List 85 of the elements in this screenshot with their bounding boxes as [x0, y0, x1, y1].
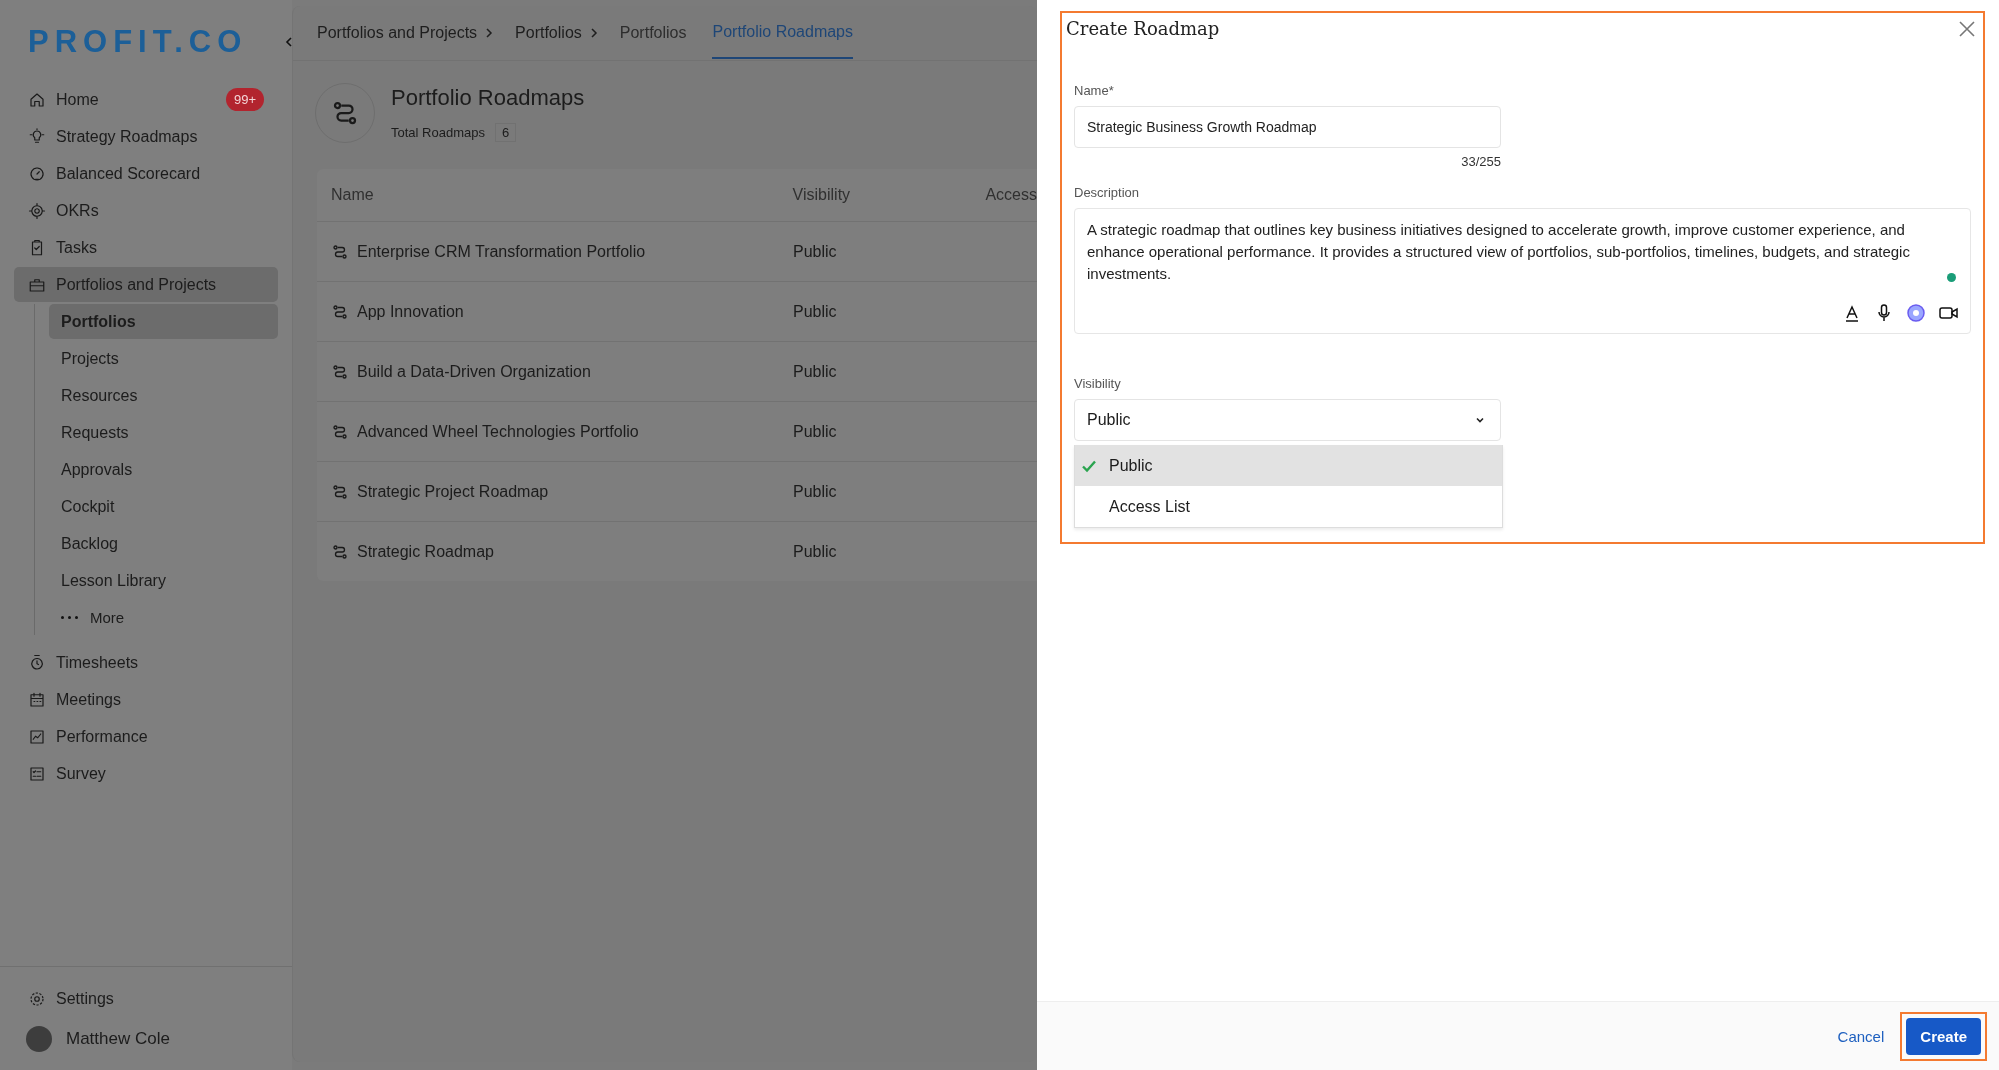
sidebar-item[interactable]: Balanced Scorecard [14, 156, 278, 191]
nav-icon [28, 201, 46, 220]
collapse-icon[interactable] [284, 36, 294, 48]
sidebar-item[interactable]: Home 99+ [14, 82, 278, 117]
table-row[interactable]: Strategic Roadmap Public [317, 522, 1037, 581]
user-avatar[interactable] [26, 1026, 52, 1052]
close-icon[interactable] [1957, 18, 1977, 39]
roadmap-icon [331, 302, 349, 321]
roadmap-name: Build a Data-Driven Organization [357, 362, 591, 381]
description-field[interactable]: A strategic roadmap that outlines key business initiatives designed to accelerate growth, improve customer experience, and enhance operational performance. It provides a structured view of portfolios, sub-portfolios, timelines, budgets, and strategic investments. [1074, 208, 1971, 334]
roadmap-name: Advanced Wheel Technologies Portfolio [357, 422, 639, 441]
sidebar-subitem[interactable]: Lesson Library [49, 563, 278, 598]
settings-icon [28, 989, 46, 1008]
dialog-title: Create Roadmap [1066, 18, 1220, 39]
sidebar-subitem[interactable]: Resources [49, 378, 278, 413]
status-dot-icon [1947, 273, 1956, 282]
sidebar-item[interactable]: OKRs [14, 193, 278, 228]
field-label: Description [1074, 185, 1141, 200]
total-label: Total Roadmaps [391, 124, 485, 140]
table-cell-text: Public [793, 542, 838, 561]
sidebar-subitem[interactable]: Approvals [49, 452, 278, 487]
column-header: Name [331, 186, 375, 204]
field-label: Name* [1074, 83, 1115, 98]
roadmap-icon [331, 482, 349, 501]
sidebar-item[interactable]: Survey [14, 756, 278, 791]
page-title: Portfolio Roadmaps [391, 84, 585, 111]
table-cell-text: Public [793, 482, 838, 501]
chevron-icon [485, 28, 494, 38]
roadmap-icon [331, 542, 349, 561]
table-cell-text: Public [793, 362, 838, 381]
nav-icon [28, 127, 46, 146]
sidebar-item[interactable]: Timesheets [14, 645, 278, 680]
logo: PROFIT.CO [28, 24, 248, 60]
sidebar-subitem[interactable]: Projects [49, 341, 278, 376]
sidebar-item[interactable]: Performance [14, 719, 278, 754]
table-row[interactable]: Strategic Project Roadmap Public [317, 462, 1037, 522]
nav-icon [28, 690, 46, 709]
cancel-button[interactable]: Cancel [1837, 1027, 1885, 1045]
ai-assistant-icon[interactable] [1906, 303, 1926, 323]
tab[interactable]: Portfolios [619, 8, 697, 58]
name-input[interactable]: Strategic Business Growth Roadmap [1074, 106, 1501, 148]
roadmap-name: App Innovation [357, 302, 464, 321]
create-button[interactable]: Create [1906, 1017, 1981, 1055]
nav-icon [28, 653, 46, 672]
sidebar-subitem[interactable]: Backlog [49, 526, 278, 561]
nav-icon [28, 727, 46, 746]
nav-icon [28, 164, 46, 183]
roadmap-name: Strategic Roadmap [357, 542, 494, 561]
sidebar-subitem[interactable]: More [49, 600, 278, 635]
total-count: 6 [494, 122, 517, 142]
dropdown-option[interactable]: Public [1075, 445, 1502, 486]
dropdown-option[interactable]: Access List [1075, 486, 1502, 527]
table-cell-text: Public [793, 422, 838, 441]
sidebar-item[interactable]: Tasks [14, 230, 278, 265]
sidebar-item[interactable]: Portfolios and Projects [14, 267, 278, 302]
roadmap-name: Enterprise CRM Transformation Portfolio [357, 242, 646, 261]
sidebar-subitem[interactable]: Requests [49, 415, 278, 450]
sidebar-subitem[interactable]: Portfolios [49, 304, 278, 339]
table-row[interactable]: Advanced Wheel Technologies Portfolio Public [317, 402, 1037, 462]
visibility-dropdown[interactable]: Public [1074, 399, 1501, 441]
nav-icon [28, 764, 46, 783]
notification-badge: 99+ [225, 88, 264, 111]
character-counter: 33/255 [1460, 154, 1501, 169]
breadcrumb-link[interactable]: Portfolios and Projects [317, 24, 478, 42]
roadmap-icon [331, 422, 349, 441]
sidebar-subitem[interactable]: Cockpit [49, 489, 278, 524]
table-row[interactable]: Build a Data-Driven Organization Public [317, 342, 1037, 402]
roadmap-icon [331, 362, 349, 381]
breadcrumb-link[interactable]: Portfolios [515, 24, 582, 42]
column-header: Access [985, 186, 1037, 204]
chevron-icon [589, 28, 598, 38]
table-cell-text: Public [793, 302, 838, 321]
more-dots-icon [61, 616, 78, 619]
table-cell-text: Public [793, 242, 838, 261]
settings-item[interactable]: Settings [14, 981, 278, 1016]
sidebar-item[interactable]: Meetings [14, 682, 278, 717]
roadmap-name: Strategic Project Roadmap [357, 482, 549, 501]
user-name: Matthew Cole [66, 1029, 170, 1049]
table-row[interactable]: App Innovation Public [317, 282, 1037, 342]
sidebar-item[interactable]: Strategy Roadmaps [14, 119, 278, 154]
field-label: Visibility [1074, 376, 1122, 391]
tab[interactable]: Portfolio Roadmaps [712, 7, 853, 59]
table-row[interactable]: Enterprise CRM Transformation Portfolio Public [317, 222, 1037, 282]
column-header: Visibility [792, 186, 852, 204]
roadmap-icon [331, 242, 349, 261]
